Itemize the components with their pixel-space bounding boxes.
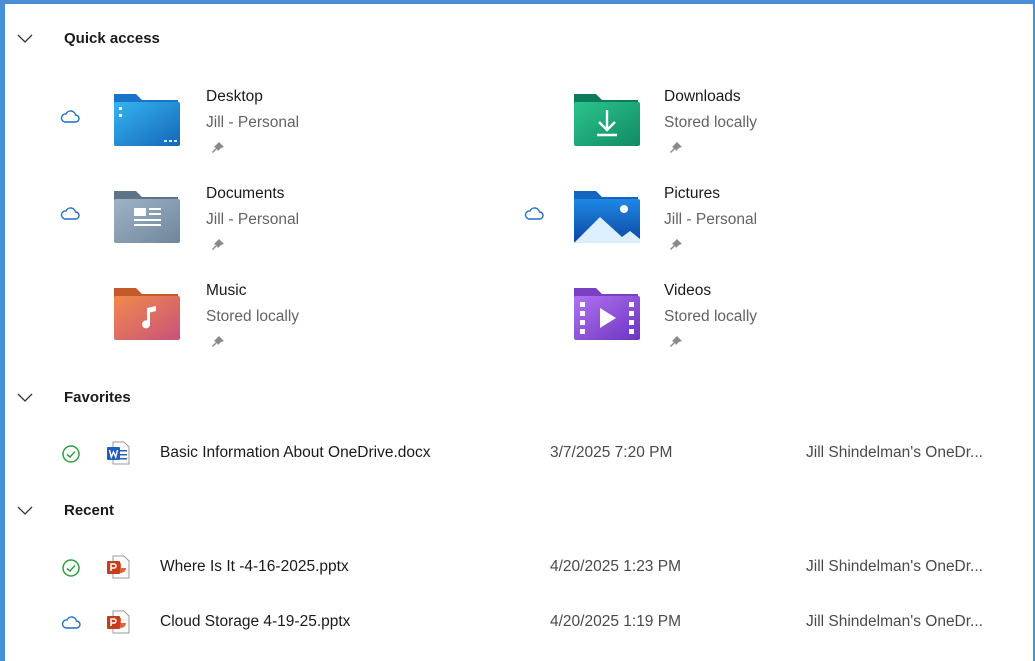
folder-name: Downloads xyxy=(664,88,741,105)
pin-icon xyxy=(670,336,682,347)
quick-access-downloads[interactable]: Downloads Stored locally xyxy=(520,86,940,166)
pin-icon xyxy=(212,142,224,153)
file-row[interactable]: Where Is It -4-16-2025.pptx 4/20/2025 1:… xyxy=(0,550,1030,584)
folder-location: Jill - Personal xyxy=(664,211,758,228)
word-file-icon xyxy=(107,441,130,465)
desktop-folder-icon xyxy=(114,94,180,146)
file-date: 3/7/2025 7:20 PM xyxy=(550,444,673,461)
pin-icon xyxy=(670,239,682,250)
cloud-icon xyxy=(61,616,81,629)
folder-location: Stored locally xyxy=(206,308,300,325)
section-header-recent[interactable]: Recent xyxy=(0,500,500,524)
documents-folder-icon xyxy=(114,191,180,243)
quick-access-music[interactable]: Music Stored locally xyxy=(60,280,480,360)
pin-icon xyxy=(670,142,682,153)
quick-access-documents[interactable]: Documents Jill - Personal xyxy=(60,183,480,263)
file-location: Jill Shindelman's OneDr... xyxy=(806,558,983,575)
section-title: Recent xyxy=(64,502,115,519)
folder-name: Videos xyxy=(664,282,712,299)
cloud-icon xyxy=(60,207,80,220)
quick-access-pictures[interactable]: Pictures Jill - Personal xyxy=(520,183,940,263)
section-title: Quick access xyxy=(64,30,160,47)
file-name: Where Is It -4-16-2025.pptx xyxy=(160,558,349,575)
folder-name: Documents xyxy=(206,185,285,202)
chevron-down-icon[interactable] xyxy=(17,32,33,46)
folder-location: Stored locally xyxy=(664,308,758,325)
file-location: Jill Shindelman's OneDr... xyxy=(806,613,983,630)
folder-name: Desktop xyxy=(206,88,263,105)
chevron-down-icon[interactable] xyxy=(17,391,33,405)
file-name: Basic Information About OneDrive.docx xyxy=(160,444,431,461)
file-date: 4/20/2025 1:23 PM xyxy=(550,558,681,575)
downloads-folder-icon xyxy=(574,94,640,146)
synced-check-icon xyxy=(62,445,80,463)
file-row[interactable]: Cloud Storage 4-19-25.pptx 4/20/2025 1:1… xyxy=(0,605,1030,639)
section-title: Favorites xyxy=(64,389,131,406)
cloud-icon xyxy=(524,207,544,220)
cloud-icon xyxy=(60,110,80,123)
file-name: Cloud Storage 4-19-25.pptx xyxy=(160,613,351,630)
videos-folder-icon xyxy=(574,288,640,340)
music-folder-icon xyxy=(114,288,180,340)
quick-access-videos[interactable]: Videos Stored locally xyxy=(520,280,940,360)
folder-name: Pictures xyxy=(664,185,720,202)
chevron-down-icon[interactable] xyxy=(17,504,33,518)
folder-location: Stored locally xyxy=(664,114,758,131)
pin-icon xyxy=(212,336,224,347)
powerpoint-file-icon xyxy=(107,555,130,579)
powerpoint-file-icon xyxy=(107,610,130,634)
quick-access-desktop[interactable]: Desktop Jill - Personal xyxy=(60,86,480,166)
synced-check-icon xyxy=(62,559,80,577)
file-location: Jill Shindelman's OneDr... xyxy=(806,444,983,461)
file-row[interactable]: Basic Information About OneDrive.docx 3/… xyxy=(0,436,1030,470)
file-date: 4/20/2025 1:19 PM xyxy=(550,613,681,630)
folder-name: Music xyxy=(206,282,247,299)
folder-location: Jill - Personal xyxy=(206,211,300,228)
pictures-folder-icon xyxy=(574,191,640,243)
section-header-favorites[interactable]: Favorites xyxy=(0,387,500,411)
folder-location: Jill - Personal xyxy=(206,114,300,131)
section-header-quick-access[interactable]: Quick access xyxy=(0,28,500,52)
pin-icon xyxy=(212,239,224,250)
